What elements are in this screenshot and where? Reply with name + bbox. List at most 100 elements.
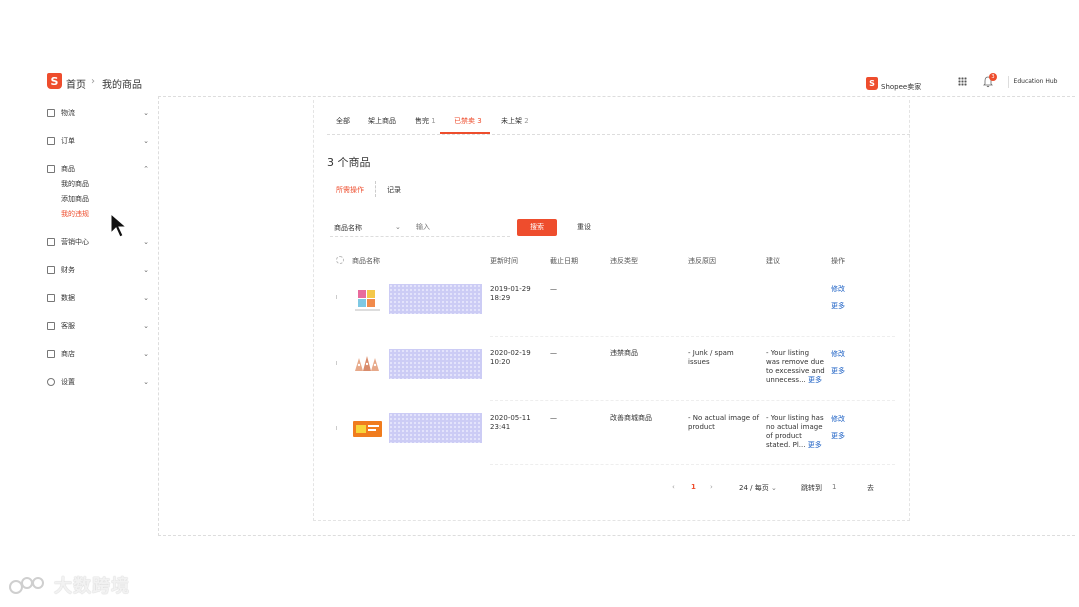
- sidebar-item-finance[interactable]: 财务 ⌄: [47, 265, 151, 279]
- apps-grid-icon[interactable]: [958, 77, 967, 86]
- watermark-logo-icon: [9, 577, 44, 594]
- product-name-redacted: [389, 413, 482, 443]
- tab-divider: [327, 134, 910, 135]
- chevron-down-icon: ⌄: [770, 484, 777, 492]
- filter-field-select[interactable]: 商品名称: [334, 223, 362, 233]
- edit-link[interactable]: 修改: [831, 284, 845, 294]
- suggestion-more-link[interactable]: 更多: [808, 376, 822, 384]
- product-name-redacted: [389, 349, 482, 379]
- select-all-checkbox[interactable]: [336, 256, 344, 264]
- shopee-seller-label[interactable]: Shopee卖家: [881, 82, 921, 92]
- chart-icon: [47, 294, 55, 302]
- row-checkbox[interactable]: [336, 426, 340, 430]
- suggestion-more-link[interactable]: 更多: [808, 441, 822, 449]
- column-header-action: 操作: [831, 257, 845, 265]
- violation-type: 违禁商品: [610, 349, 638, 357]
- row-checkbox[interactable]: [336, 361, 340, 365]
- store-icon: [47, 350, 55, 358]
- row-divider: [490, 400, 895, 401]
- edit-link[interactable]: 修改: [831, 414, 845, 424]
- search-input[interactable]: [416, 223, 511, 231]
- notification-badge: 3: [989, 73, 997, 81]
- updated-time: 2020-02-19 10:20: [490, 349, 531, 366]
- shopee-seller-logo-icon[interactable]: S: [866, 77, 878, 90]
- chat-icon: [47, 322, 55, 330]
- sidebar-item-settings[interactable]: 设置 ⌄: [47, 377, 151, 391]
- sidebar-item-label: 财务: [61, 266, 75, 274]
- per-page-select[interactable]: 24 / 每页 ⌄: [739, 483, 777, 493]
- breadcrumb-current: 我的商品: [102, 80, 142, 91]
- truck-icon: [47, 109, 55, 117]
- sidebar-item-data[interactable]: 数据 ⌄: [47, 293, 151, 307]
- subtab-action-required[interactable]: 所需操作: [336, 185, 364, 195]
- product-count-title: 3 个商品: [327, 156, 371, 169]
- tab-sold-out[interactable]: 售完 1: [415, 116, 436, 126]
- sidebar-item-logistics[interactable]: 物流 ⌄: [47, 108, 151, 122]
- sidebar-item-label: 商店: [61, 350, 75, 358]
- prev-page-button[interactable]: ‹: [672, 483, 675, 491]
- tab-banned[interactable]: 已禁卖 3: [454, 116, 482, 126]
- more-link[interactable]: 更多: [831, 431, 845, 441]
- chevron-down-icon: ⌄: [143, 350, 149, 358]
- sidebar-item-customer-service[interactable]: 客服 ⌄: [47, 321, 151, 335]
- updated-time: 2020-05-11 23:41: [490, 414, 531, 431]
- product-name-redacted: [389, 284, 482, 314]
- column-header-product-name: 商品名称: [352, 257, 380, 265]
- tag-icon: [47, 238, 55, 246]
- column-header-suggestion: 建议: [766, 257, 780, 265]
- edit-link[interactable]: 修改: [831, 349, 845, 359]
- box-icon: [47, 165, 55, 173]
- violation-reason: - Junk / spam issues: [688, 349, 734, 366]
- tab-unlisted[interactable]: 未上架 2: [501, 116, 529, 126]
- sidebar-item-shop[interactable]: 商店 ⌄: [47, 349, 151, 363]
- sidebar-sub-my-violations[interactable]: 我的违规: [61, 209, 89, 219]
- product-thumbnail: [352, 416, 383, 442]
- shopee-logo-icon[interactable]: S: [47, 73, 62, 89]
- wallet-icon: [47, 266, 55, 274]
- filter-underline: [330, 236, 510, 237]
- more-link[interactable]: 更多: [831, 301, 845, 311]
- sidebar-item-products[interactable]: 商品 ⌃: [47, 164, 151, 178]
- chevron-down-icon: ⌄: [143, 137, 149, 145]
- jump-to-input[interactable]: 1: [832, 483, 836, 491]
- sidebar-item-label: 营销中心: [61, 238, 89, 246]
- column-header-violation-reason: 违反原因: [688, 257, 716, 265]
- page-number-current[interactable]: 1: [691, 483, 696, 491]
- column-header-violation-type: 违反类型: [610, 257, 638, 265]
- go-button[interactable]: 去: [867, 483, 874, 493]
- chevron-down-icon[interactable]: ⌄: [395, 223, 401, 231]
- subtab-history[interactable]: 记录: [387, 185, 401, 195]
- sidebar-item-label: 商品: [61, 165, 75, 173]
- chevron-down-icon: ⌄: [143, 294, 149, 302]
- chevron-up-icon: ⌃: [143, 165, 149, 173]
- watermark-text: 大数跨境: [54, 576, 130, 597]
- sidebar-item-orders[interactable]: 订单 ⌄: [47, 136, 151, 150]
- sidebar-sub-my-products[interactable]: 我的商品: [61, 179, 89, 189]
- chevron-down-icon: ⌄: [143, 322, 149, 330]
- search-button[interactable]: 搜索: [517, 219, 557, 236]
- breadcrumb-home[interactable]: 首页: [66, 76, 86, 91]
- clipboard-icon: [47, 137, 55, 145]
- education-hub-link[interactable]: Education Hub: [1008, 76, 1062, 88]
- jump-to-label: 跳转到: [801, 484, 822, 492]
- deadline: —: [550, 285, 557, 293]
- violation-reason: - No actual image of product: [688, 414, 760, 431]
- sidebar-sub-add-product[interactable]: 添加商品: [61, 194, 89, 204]
- suggestion: - Your listing was remove due to excessive…: [766, 349, 825, 384]
- breadcrumb-separator: ›: [91, 76, 95, 87]
- chevron-down-icon: ⌄: [143, 109, 149, 117]
- more-link[interactable]: 更多: [831, 366, 845, 376]
- deadline: —: [550, 349, 557, 357]
- sidebar-item-label: 客服: [61, 322, 75, 330]
- column-header-updated[interactable]: 更新时间: [490, 256, 518, 266]
- tab-live[interactable]: 架上商品: [368, 116, 396, 126]
- deadline: —: [550, 414, 557, 422]
- sidebar-item-marketing[interactable]: 营销中心 ⌄: [47, 237, 151, 251]
- tab-all[interactable]: 全部: [336, 116, 350, 126]
- sidebar-item-label: 订单: [61, 137, 75, 145]
- next-page-button[interactable]: ›: [710, 483, 713, 491]
- sidebar-item-label: 物流: [61, 109, 75, 117]
- reset-button[interactable]: 重设: [566, 219, 602, 236]
- row-checkbox[interactable]: [336, 295, 340, 299]
- gear-icon: [47, 378, 55, 386]
